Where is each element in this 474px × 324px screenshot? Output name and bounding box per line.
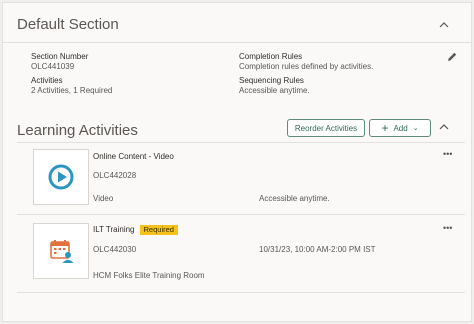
learning-activities-title: Learning Activities xyxy=(17,122,138,139)
activity-name[interactable]: Online Content - Video xyxy=(93,152,174,161)
divider xyxy=(17,142,465,143)
more-actions-icon[interactable]: ••• xyxy=(443,149,452,159)
video-play-icon xyxy=(48,164,74,190)
collapse-activities-chevron-icon[interactable] xyxy=(439,122,449,132)
divider xyxy=(17,214,465,215)
section-number: Section Number OLC441039 xyxy=(31,52,88,72)
activity-id: OLC442028 xyxy=(93,171,137,180)
activities-value: 2 Activities, 1 Required xyxy=(31,86,113,95)
sequencing-rules: Sequencing Rules Accessible anytime. xyxy=(239,76,310,96)
completion-rules-value: Completion rules defined by activities. xyxy=(239,62,374,71)
add-activity-button[interactable]: + Add ⌄ xyxy=(369,119,431,137)
required-badge: Required xyxy=(139,225,178,235)
section-number-label: Section Number xyxy=(31,52,89,61)
chevron-down-icon: ⌄ xyxy=(412,125,419,132)
activities-summary: Activities 2 Activities, 1 Required xyxy=(31,76,112,96)
collapse-chevron-up-icon[interactable] xyxy=(439,20,449,30)
video-thumbnail[interactable] xyxy=(33,149,89,205)
calendar-person-icon xyxy=(50,240,74,263)
plus-icon: + xyxy=(381,121,389,135)
completion-rules: Completion Rules Completion rules define… xyxy=(239,52,373,72)
activity-datetime: 10/31/23, 10:00 AM-2:00 PM IST xyxy=(259,245,376,254)
section-header: Default Section xyxy=(3,3,471,43)
ilt-thumbnail[interactable] xyxy=(33,223,89,279)
completion-rules-label: Completion Rules xyxy=(239,52,303,61)
sequencing-rules-value: Accessible anytime. xyxy=(239,86,310,95)
section-title: Default Section xyxy=(17,16,119,33)
sequencing-rules-label: Sequencing Rules xyxy=(239,76,304,85)
divider xyxy=(17,292,465,293)
activity-access: Accessible anytime. xyxy=(259,194,330,203)
course-section-panel: Default Section Section Number OLC441039… xyxy=(2,2,472,322)
reorder-activities-button[interactable]: Reorder Activities xyxy=(287,119,365,137)
more-actions-icon[interactable]: ••• xyxy=(443,223,452,233)
edit-pencil-icon[interactable] xyxy=(446,50,458,62)
activities-label: Activities xyxy=(31,76,63,85)
activity-type: Video xyxy=(93,194,114,203)
section-number-value: OLC441039 xyxy=(31,62,75,71)
activity-name-line: ILT Training Required xyxy=(93,225,178,235)
activity-id: OLC442030 xyxy=(93,245,137,254)
add-label: Add xyxy=(393,123,408,133)
activity-location: HCM Folks Elite Training Room xyxy=(93,271,205,280)
activity-name[interactable]: ILT Training xyxy=(93,225,135,234)
